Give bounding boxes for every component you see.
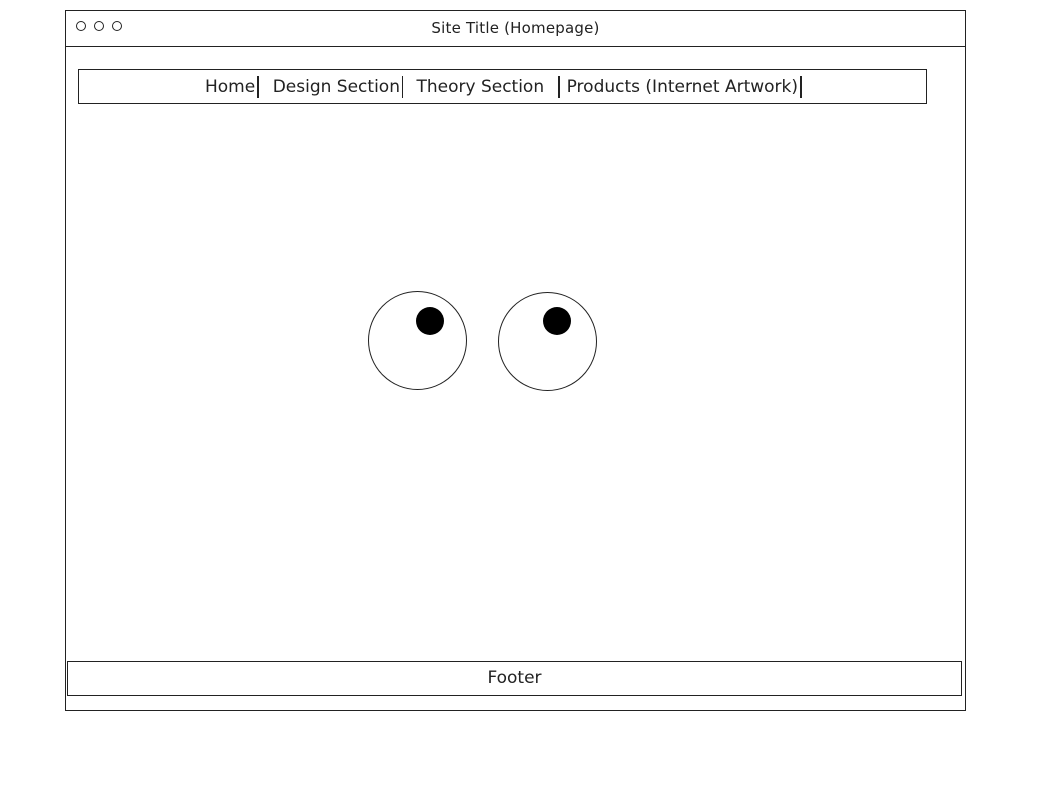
nav-item-home[interactable]: Home (205, 76, 255, 98)
nav-item-products[interactable]: Products (Internet Artwork) (567, 76, 798, 98)
navigation-bar: Home Design Section Theory Section Produ… (78, 69, 927, 104)
nav-items: Home Design Section Theory Section Produ… (205, 76, 802, 98)
nav-separator (257, 76, 259, 98)
window-title: Site Title (Homepage) (431, 19, 600, 37)
title-bar: Site Title (Homepage) (66, 11, 965, 47)
footer-label: Footer (487, 668, 542, 688)
browser-window: Site Title (Homepage) Home Design Sectio… (65, 10, 966, 711)
footer: Footer (67, 661, 962, 696)
right-eye-icon (498, 292, 597, 391)
nav-separator (558, 76, 560, 98)
nav-item-theory-section[interactable]: Theory Section (416, 76, 544, 98)
left-eye-icon (368, 291, 467, 390)
left-pupil (416, 307, 444, 335)
right-pupil (543, 307, 571, 335)
nav-separator (401, 76, 404, 98)
nav-item-design-section[interactable]: Design Section (273, 76, 400, 98)
nav-separator (800, 76, 802, 98)
